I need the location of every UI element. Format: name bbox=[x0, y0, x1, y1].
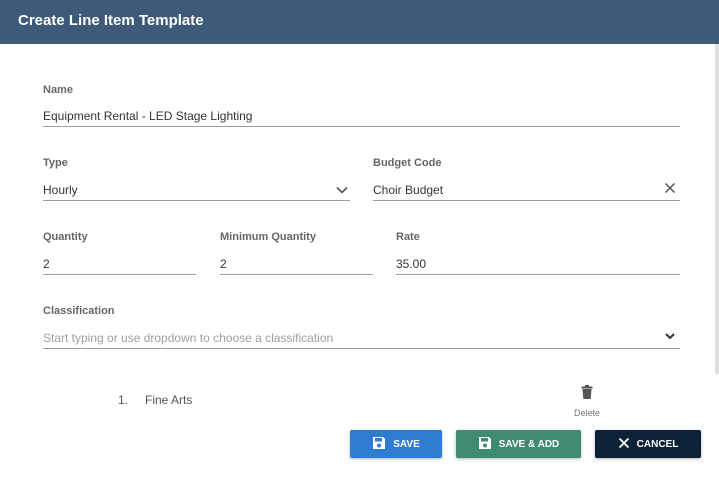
type-underline bbox=[43, 200, 350, 201]
classification-input[interactable]: Start typing or use dropdown to choose a… bbox=[43, 331, 333, 345]
name-input[interactable]: Equipment Rental - LED Stage Lighting bbox=[43, 109, 252, 123]
rate-input[interactable]: 35.00 bbox=[396, 257, 426, 271]
cancel-button[interactable]: CANCEL bbox=[595, 430, 701, 458]
trash-icon[interactable] bbox=[579, 383, 595, 401]
quantity-underline bbox=[43, 274, 196, 275]
cancel-button-label: CANCEL bbox=[636, 438, 679, 450]
save-button-label: SAVE bbox=[393, 438, 420, 450]
budget-code-underline bbox=[373, 200, 680, 201]
scrollbar[interactable] bbox=[715, 44, 719, 374]
rate-label: Rate bbox=[396, 231, 420, 243]
floppy-disk-icon bbox=[372, 436, 386, 453]
quantity-input[interactable]: 2 bbox=[43, 257, 50, 271]
budget-code-input[interactable]: Choir Budget bbox=[373, 183, 443, 197]
list-item-fine-arts: Fine Arts bbox=[145, 393, 193, 407]
name-label: Name bbox=[43, 84, 73, 96]
dialog-header: Create Line Item Template bbox=[0, 0, 719, 44]
type-select[interactable]: Hourly bbox=[43, 183, 78, 197]
budget-code-label: Budget Code bbox=[373, 157, 442, 169]
save-and-add-button[interactable]: SAVE & ADD bbox=[456, 430, 581, 458]
save-button[interactable]: SAVE bbox=[350, 430, 442, 458]
minimum-quantity-input[interactable]: 2 bbox=[220, 257, 227, 271]
list-item-number: 1. bbox=[118, 393, 129, 407]
chevron-down-icon[interactable] bbox=[334, 182, 350, 198]
save-and-add-button-label: SAVE & ADD bbox=[498, 438, 560, 450]
close-icon bbox=[618, 437, 630, 452]
create-line-item-dialog: Create Line Item Template Name Equipment… bbox=[0, 0, 719, 493]
name-underline bbox=[43, 126, 680, 127]
minimum-quantity-label: Minimum Quantity bbox=[220, 231, 316, 243]
type-label: Type bbox=[43, 157, 68, 169]
dialog-title: Create Line Item Template bbox=[18, 12, 204, 29]
rate-underline bbox=[396, 274, 680, 275]
quantity-label: Quantity bbox=[43, 231, 88, 243]
close-icon[interactable] bbox=[662, 180, 678, 196]
chevron-down-icon[interactable] bbox=[662, 328, 678, 344]
floppy-disk-icon bbox=[478, 436, 492, 453]
delete-label[interactable]: Delete bbox=[574, 408, 600, 418]
minimum-quantity-underline bbox=[220, 274, 373, 275]
classification-label: Classification bbox=[43, 305, 115, 317]
classification-underline bbox=[43, 348, 680, 349]
